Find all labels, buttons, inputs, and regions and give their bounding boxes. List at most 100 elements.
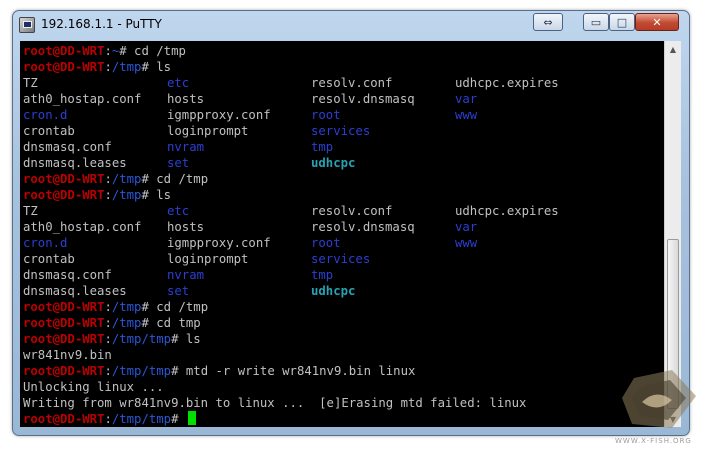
prompt-separator: :: [104, 316, 112, 330]
terminal-line: dnsmasq.leases set udhcpc: [23, 283, 599, 299]
terminal-line: ath0_hostap.conf hosts resolv.dnsmasq var: [23, 91, 599, 107]
prompt-user: root@DD-WRT: [23, 332, 105, 346]
prompt-path: /tmp/tmp: [111, 364, 172, 378]
ls-entry: nvram: [167, 268, 205, 282]
prompt-path: /tmp: [111, 316, 142, 330]
putty-app-icon[interactable]: [19, 17, 35, 33]
ls-entry: ath0_hostap.conf: [23, 92, 142, 106]
ls-entry: var: [455, 92, 478, 106]
command-text: cd tmp: [148, 316, 201, 330]
terminal-output: root@DD-WRT:~# cd /tmp root@DD-WRT:/tmp# …: [23, 43, 599, 427]
prompt-user: root@DD-WRT: [23, 316, 105, 330]
ls-entry: resolv.dnsmasq: [311, 92, 415, 106]
command-text: cd /tmp: [126, 44, 186, 58]
prompt-path: /tmp/tmp: [111, 332, 172, 346]
terminal-line: root@DD-WRT:/tmp/tmp# ls: [23, 331, 599, 347]
terminal-line: root@DD-WRT:/tmp# cd tmp: [23, 315, 599, 331]
prompt-separator: :: [104, 44, 112, 58]
terminal-line: dnsmasq.conf nvram tmp: [23, 139, 599, 155]
ls-entry: udhcpc: [311, 284, 356, 298]
ls-entry: cron.d: [23, 108, 68, 122]
prompt-hash: #: [141, 60, 149, 74]
maximize-button[interactable]: □: [609, 13, 635, 31]
terminal-line: cron.d igmpproxy.conf root www: [23, 235, 599, 251]
prompt-hash: #: [119, 44, 127, 58]
prompt-path: /tmp: [111, 60, 142, 74]
ls-entry: loginprompt: [167, 252, 249, 266]
terminal-line: dnsmasq.leases set udhcpc: [23, 155, 599, 171]
ls-entry: services: [311, 252, 371, 266]
prompt-separator: :: [104, 60, 112, 74]
terminal-line: root@DD-WRT:/tmp# cd /tmp: [23, 299, 599, 315]
title-bar[interactable]: 192.168.1.1 - PuTTY ⇔ ▭ □ ✕: [13, 11, 689, 39]
ls-entry: TZ: [23, 204, 38, 218]
ls-entry: www: [455, 108, 478, 122]
prompt-hash: #: [141, 300, 149, 314]
ls-entry: cron.d: [23, 236, 68, 250]
prompt-hash: #: [141, 172, 149, 186]
command-text: ls: [148, 60, 172, 74]
ls-entry: crontab: [23, 124, 75, 138]
terminal-line: TZ etc resolv.conf udhcpc.expires: [23, 75, 599, 91]
prompt-user: root@DD-WRT: [23, 412, 105, 426]
ls-entry: dnsmasq.leases: [23, 284, 127, 298]
prompt-path: /tmp: [111, 172, 142, 186]
terminal-line: Writing from wr841nv9.bin to linux ... […: [23, 395, 599, 411]
putty-window: 192.168.1.1 - PuTTY ⇔ ▭ □ ✕ root@DD-WRT:…: [12, 10, 690, 436]
minimize-button[interactable]: ▭: [583, 13, 609, 31]
terminal-line: root@DD-WRT:/tmp/tmp# mtd -r write wr841…: [23, 363, 599, 379]
ls-entry: set: [167, 156, 190, 170]
ls-entry: tmp: [311, 140, 334, 154]
resize-icon-button[interactable]: ⇔: [533, 13, 563, 31]
close-button[interactable]: ✕: [635, 13, 679, 31]
ls-entry: services: [311, 124, 371, 138]
ls-entry: root: [311, 108, 341, 122]
scroll-up-arrow-icon[interactable]: ▲: [665, 41, 681, 57]
command-text: [178, 412, 185, 426]
prompt-separator: :: [104, 172, 112, 186]
terminal-line: root@DD-WRT:/tmp# ls: [23, 187, 599, 203]
prompt-separator: :: [104, 412, 112, 426]
terminal-line: root@DD-WRT:/tmp/tmp#: [23, 411, 599, 427]
prompt-user: root@DD-WRT: [23, 188, 105, 202]
ls-entry: igmpproxy.conf: [167, 108, 271, 122]
terminal-line: root@DD-WRT:/tmp# ls: [23, 59, 599, 75]
output-text: Writing from wr841nv9.bin to linux ... […: [23, 396, 527, 410]
ls-entry: resolv.conf: [311, 76, 393, 90]
ls-entry: dnsmasq.leases: [23, 156, 127, 170]
ls-entry: udhcpc.expires: [455, 204, 559, 218]
prompt-separator: :: [104, 300, 112, 314]
ls-entry: udhcpc.expires: [455, 76, 559, 90]
command-text: ls: [148, 188, 172, 202]
terminal-line: dnsmasq.conf nvram tmp: [23, 267, 599, 283]
prompt-user: root@DD-WRT: [23, 44, 105, 58]
command-text: cd /tmp: [148, 300, 209, 314]
ls-entry: hosts: [167, 92, 205, 106]
prompt-user: root@DD-WRT: [23, 364, 105, 378]
prompt-path: /tmp/tmp: [111, 412, 172, 426]
terminal-cursor: [187, 411, 196, 425]
prompt-path: /tmp: [111, 188, 142, 202]
prompt-user: root@DD-WRT: [23, 300, 105, 314]
ls-entry: www: [455, 236, 478, 250]
prompt-separator: :: [104, 332, 112, 346]
prompt-separator: :: [104, 188, 112, 202]
terminal-line: cron.d igmpproxy.conf root www: [23, 107, 599, 123]
command-text: ls: [178, 332, 201, 346]
ls-entry: ath0_hostap.conf: [23, 220, 142, 234]
terminal-line: wr841nv9.bin: [23, 347, 599, 363]
ls-entry: resolv.dnsmasq: [311, 220, 415, 234]
command-text: cd /tmp: [148, 172, 209, 186]
output-text: Unlocking linux ...: [23, 380, 164, 394]
terminal-line: TZ etc resolv.conf udhcpc.expires: [23, 203, 599, 219]
ls-entry: nvram: [167, 140, 205, 154]
prompt-hash: #: [141, 316, 149, 330]
terminal-screen[interactable]: root@DD-WRT:~# cd /tmp root@DD-WRT:/tmp# …: [20, 41, 664, 427]
ls-entry: crontab: [23, 252, 75, 266]
ls-entry: TZ: [23, 76, 38, 90]
ls-entry: etc: [167, 204, 190, 218]
prompt-user: root@DD-WRT: [23, 60, 105, 74]
ls-entry: tmp: [311, 268, 334, 282]
ls-entry: resolv.conf: [311, 204, 393, 218]
prompt-hash: #: [141, 188, 149, 202]
